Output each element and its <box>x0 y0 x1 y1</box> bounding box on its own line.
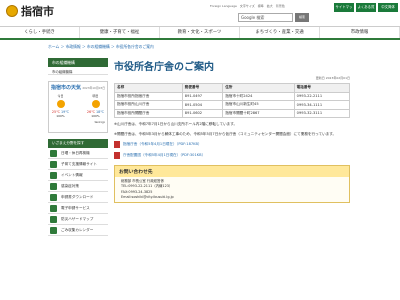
gnav-item-education[interactable]: 教育・文化・スポーツ <box>160 27 240 38</box>
shield-icon <box>50 182 57 190</box>
sidebar-subitem[interactable]: 市の組織機構 <box>48 67 108 75</box>
note-kaimon: ※開聞庁舎は、令和5年3月から解体工事のため、令和5年5月7日から仮庁舎（コミュ… <box>114 131 337 136</box>
contact-heading: お問い合わせ先 <box>115 166 349 178</box>
table-header: 郵便番号 <box>181 83 224 93</box>
computer-icon <box>50 204 57 212</box>
sitemap-button[interactable]: サイトマップ <box>334 3 354 18</box>
table-header: 住所 <box>222 83 295 93</box>
weather-date: 2023年10月03日 <box>82 86 105 90</box>
map-icon <box>50 215 57 223</box>
gnav-item-life[interactable]: くらし・手続き <box>0 27 80 38</box>
site-logo[interactable]: 指宿市 <box>6 3 54 19</box>
download-icon <box>50 193 57 201</box>
table-row: 指宿市役所山川庁舎 891-0504 指宿市山川新生町45 0993-34-11… <box>114 100 351 110</box>
office-table: 名称 郵便番号 住所 電話番号 指宿市役所指宿庁舎 891-0497 指宿市十町… <box>114 83 351 118</box>
sidebar-link-holiday[interactable]: 日曜・休日再検機 <box>48 148 108 159</box>
main-content: 市役所各庁舎のご案内 更新日 2023年02月01日 名称 郵便番号 住所 電話… <box>114 58 351 203</box>
gnav-item-government[interactable]: 市政情報 <box>320 27 400 38</box>
sidebar-link-forms[interactable]: 申請書ダウンロード <box>48 192 108 203</box>
sidebar-link-infection[interactable]: 感染症対策 <box>48 181 108 192</box>
contact-body: 総務部 市長公室 行政経営係 TEL:0993-22-2111（内線123） F… <box>115 177 349 202</box>
breadcrumb[interactable]: ホーム ＞ 市政情報 ＞ 市の組織機構 ＞ 市役所各庁舎のご案内 <box>48 44 154 50</box>
category-heading: いざまえ分野を探す <box>48 139 108 148</box>
utility-links[interactable]: Foreign Language 文字サイズ 標準 拡大 背景色 <box>210 4 290 8</box>
weather-widget: 指宿市の天気 2023年10月03日 今日 25℃ 19℃ 100% 明日 26… <box>48 81 108 133</box>
pdf-link-layout[interactable]: 庁舎配置図（令和5年4月1日現在）（PDF:301KB） <box>114 152 350 160</box>
event-icon <box>50 171 57 179</box>
global-nav: くらし・手続き 健康・子育て・福祉 教育・文化・スポーツ まちづくり・産業・交通… <box>0 26 400 40</box>
sidebar: 市の組織機構 市の組織機構 指宿市の天気 2023年10月03日 今日 25℃ … <box>48 58 108 236</box>
search-input[interactable]: Google 検索 <box>238 13 293 22</box>
contact-box: お問い合わせ先 総務部 市長公室 行政経営係 TEL:0993-22-2111（… <box>114 165 350 203</box>
city-emblem-icon <box>6 5 18 17</box>
calendar-icon <box>50 149 57 157</box>
sidebar-link-hazard[interactable]: 防災ハザードマップ <box>48 214 108 225</box>
faq-button[interactable]: よくある質問 <box>356 3 376 18</box>
sidebar-link-eservice[interactable]: 電子申請サービス <box>48 203 108 214</box>
updated-date: 更新日 2023年02月01日 <box>315 76 350 80</box>
child-icon <box>50 160 57 168</box>
weather-tomorrow: 明日 26℃ 18℃ 100% <box>86 94 105 118</box>
sidebar-link-garbage[interactable]: ごみ収集カレンダー <box>48 225 108 236</box>
search-button[interactable]: 検索 <box>295 13 309 22</box>
sidebar-heading[interactable]: 市の組織機構 <box>48 58 108 67</box>
sun-icon <box>91 100 100 108</box>
note-yamakawa: ※山川庁舎は、令和7年7月1日から山川支所ホール内2階に移転しています。 <box>114 122 238 126</box>
weather-today: 今日 25℃ 19℃ 100% <box>51 94 70 118</box>
page-title: 市役所各庁舎のご案内 <box>114 62 214 73</box>
weather-source[interactable]: tenki.jp <box>51 120 105 124</box>
gnav-item-health[interactable]: 健康・子育て・福祉 <box>80 27 160 38</box>
sidebar-link-childcare[interactable]: 子育て支援情報サイト <box>48 159 108 170</box>
sun-icon <box>56 100 65 108</box>
language-button[interactable]: 中文简体 <box>378 3 398 12</box>
gnav-item-town[interactable]: まちづくり・産業・交通 <box>240 27 320 38</box>
sidebar-link-events[interactable]: イベント情報 <box>48 170 108 181</box>
table-header: 電話番号 <box>293 83 351 93</box>
table-row: 指宿市役所指宿庁舎 891-0497 指宿市十町2424 0993-22-211… <box>114 91 351 101</box>
contact-email[interactable]: Email:soshiki@city.ibusuki.lg.jp <box>121 195 343 200</box>
pdf-link-ibusuki[interactable]: 指宿庁舎（令和5年4月1日現在）（PDF:187KB） <box>114 141 350 149</box>
table-header: 名称 <box>114 83 183 93</box>
pdf-icon <box>114 141 120 149</box>
pdf-icon <box>114 152 120 160</box>
table-row: 指宿市役所開聞庁舎 891-0602 指宿市開聞十町2867 0993-32-3… <box>114 108 351 118</box>
site-name: 指宿市 <box>21 5 54 18</box>
table-header-row: 名称 郵便番号 住所 電話番号 <box>114 83 351 93</box>
trash-icon <box>50 226 57 234</box>
